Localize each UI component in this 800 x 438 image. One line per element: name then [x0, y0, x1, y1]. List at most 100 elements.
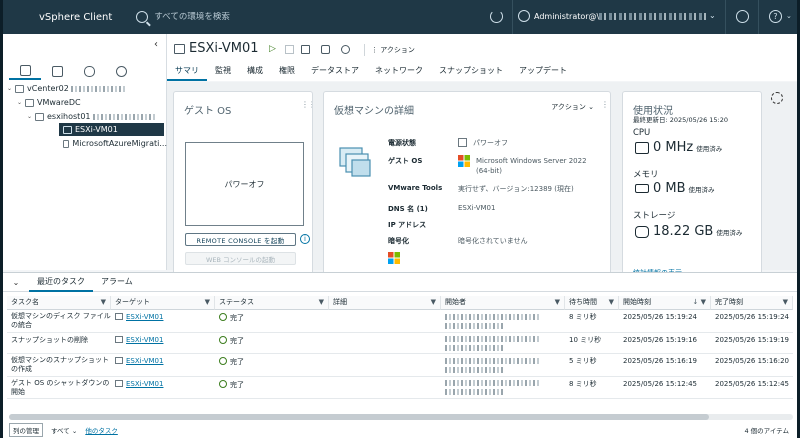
initiator-cell — [441, 335, 565, 351]
task-name-cell: スナップショットの削除 — [11, 336, 88, 344]
inventory-pane: ‹ ⌄ vCenter02 ⌄ VMwareDC ⌄ esxihost01 ES… — [3, 34, 167, 270]
power-state-text: パワーオフ — [473, 139, 508, 147]
filter-icon[interactable]: ▼ — [783, 296, 788, 309]
target-link[interactable]: ESXi-VM01 — [126, 357, 163, 365]
target-cell[interactable]: ESXi-VM01 — [111, 357, 215, 366]
help-icon[interactable]: ? — [769, 10, 782, 23]
user-avatar-icon[interactable] — [518, 10, 530, 22]
tab-snapshots[interactable]: スナップショット — [431, 64, 511, 81]
expand-chevron-icon[interactable]: ⌄ — [27, 113, 35, 120]
tree-item-host[interactable]: ⌄ esxihost01 — [27, 110, 167, 123]
encryption-label: 暗号化 — [388, 237, 409, 245]
tree-item-vcenter[interactable]: ⌄ vCenter02 — [7, 82, 167, 95]
storage-value: 18.22 GB — [653, 224, 714, 239]
column-header-target[interactable]: ターゲット ▼ — [111, 296, 215, 310]
column-header-queued-for[interactable]: 待ち時間 ▼ — [565, 296, 619, 310]
more-tasks-link[interactable]: 他のタスク — [85, 425, 118, 435]
tab-permissions[interactable]: 権限 — [271, 64, 303, 81]
filter-icon[interactable]: ▼ — [431, 296, 436, 309]
tree-item-vm[interactable]: MicrosoftAzureMigrati... — [59, 137, 167, 150]
collapse-panel-chevron-icon[interactable]: ⌄ — [3, 278, 29, 287]
tab-recent-tasks[interactable]: 最近のタスク — [29, 273, 93, 292]
target-link[interactable]: ESXi-VM01 — [126, 313, 163, 321]
vm-actions-menu[interactable]: ⋮ アクション — [371, 45, 415, 55]
column-header-initiator[interactable]: 開始者 ▼ — [441, 296, 565, 310]
tab-networks[interactable]: ネットワーク — [367, 64, 431, 81]
target-cell[interactable]: ESXi-VM01 — [111, 380, 215, 389]
column-label: ターゲット — [115, 298, 150, 306]
column-label: 開始者 — [445, 298, 466, 306]
power-on-icon[interactable]: ▷ — [269, 45, 278, 54]
launch-remote-console-button[interactable]: REMOTE CONSOLE を起動 — [185, 233, 296, 246]
expand-chevron-icon[interactable]: ⌄ — [7, 85, 15, 92]
row-divider — [7, 398, 793, 399]
info-icon[interactable]: i — [300, 234, 310, 244]
vm-icon — [63, 125, 72, 134]
column-header-details[interactable]: 詳細 ▼ — [329, 296, 441, 310]
tab-alarms[interactable]: アラーム — [93, 273, 141, 292]
details-actions-dropdown[interactable]: アクション ⌄ — [551, 102, 594, 112]
tab-datastores[interactable]: データストア — [303, 64, 367, 81]
column-header-status[interactable]: ステータス ▼ — [215, 296, 329, 310]
bottom-tabs: ⌄ 最近のタスク アラーム — [3, 273, 797, 292]
launch-console-icon[interactable] — [301, 45, 310, 54]
target-link[interactable]: ESXi-VM01 — [126, 336, 163, 344]
feedback-smiley-icon[interactable] — [736, 10, 749, 23]
check-circle-icon — [219, 380, 227, 388]
initiator-cell — [441, 313, 565, 329]
column-header-completion-time[interactable]: 完了時刻 ▼ — [711, 296, 793, 310]
refresh-icon[interactable] — [490, 10, 503, 23]
queued-cell: 10 ミリ秒 — [569, 336, 602, 344]
tree-item-datacenter[interactable]: ⌄ VMwareDC — [17, 96, 167, 109]
chevron-down-icon[interactable]: ⌄ — [786, 12, 792, 20]
task-filter-dropdown[interactable]: すべて ⌄ — [51, 425, 77, 435]
target-cell[interactable]: ESXi-VM01 — [111, 336, 215, 345]
user-menu-name[interactable]: Administrator@\ — [534, 12, 599, 21]
scrollbar-thumb[interactable] — [9, 414, 709, 420]
storage-usage-value: 18.22 GB 使用済み — [653, 224, 742, 239]
snapshot-icon[interactable] — [341, 45, 350, 54]
gear-icon[interactable] — [771, 92, 783, 104]
column-header-task-name[interactable]: タスク名 ▼ — [7, 296, 111, 310]
app-title: vSphere Client — [39, 11, 113, 23]
horizontal-scrollbar[interactable] — [9, 414, 793, 420]
search-icon — [136, 11, 149, 23]
redacted-text — [445, 314, 541, 320]
filter-icon[interactable]: ▼ — [101, 296, 106, 309]
storage-view-tab[interactable] — [73, 62, 105, 80]
target-cell[interactable]: ESXi-VM01 — [111, 313, 215, 322]
filter-icon[interactable]: ▼ — [205, 296, 210, 309]
chevron-down-icon[interactable]: ⌄ — [709, 11, 716, 20]
filter-icon[interactable]: ▼ — [319, 296, 324, 309]
column-header-start-time[interactable]: 開始時刻 ↓ ▼ — [619, 296, 711, 310]
start-time-cell: 2025/05/26 15:16:19 — [623, 357, 698, 365]
manage-columns-button[interactable]: 列の管理 — [9, 423, 43, 437]
expand-chevron-icon[interactable]: ⌄ — [17, 99, 25, 106]
tree-item-label: MicrosoftAzureMigrati... — [72, 139, 167, 148]
drag-handle-icon[interactable]: ⋮⋮ — [601, 100, 610, 109]
last-updated: 最終更新日: 2025/05/26 15:20 — [633, 116, 729, 124]
vms-templates-view-tab[interactable] — [41, 62, 73, 80]
target-link[interactable]: ESXi-VM01 — [126, 380, 163, 388]
tab-summary[interactable]: サマリ — [167, 64, 207, 81]
filter-icon[interactable]: ▼ — [555, 296, 560, 309]
filter-icon[interactable]: ▼ — [609, 296, 614, 309]
tree-item-vm-selected[interactable]: ESXi-VM01 — [59, 123, 164, 136]
tab-configure[interactable]: 構成 — [239, 64, 271, 81]
console-preview[interactable]: パワーオフ — [185, 142, 304, 226]
networking-view-tab[interactable] — [105, 62, 137, 80]
sort-filter-icon[interactable]: ↓ ▼ — [693, 296, 706, 309]
drag-handle-icon[interactable]: ⋮⋮ — [301, 100, 312, 109]
migrate-icon[interactable] — [321, 45, 330, 54]
tab-updates[interactable]: アップデート — [511, 64, 575, 81]
tab-monitor[interactable]: 監視 — [207, 64, 239, 81]
power-off-icon[interactable] — [285, 45, 294, 54]
hosts-clusters-view-tab[interactable] — [9, 62, 41, 80]
collapse-pane-chevron-icon[interactable]: ‹ — [154, 39, 158, 50]
hamburger-menu-icon[interactable] — [11, 12, 25, 22]
vsphere-client-window: vSphere Client Administrator@\ ⌄ ? ⌄ ‹ ⌄… — [3, 0, 797, 438]
global-search-input[interactable] — [154, 12, 435, 22]
redacted-text — [445, 380, 541, 386]
card-title: ゲスト OS — [184, 106, 232, 117]
cpu-value: 0 MHz — [653, 140, 694, 155]
